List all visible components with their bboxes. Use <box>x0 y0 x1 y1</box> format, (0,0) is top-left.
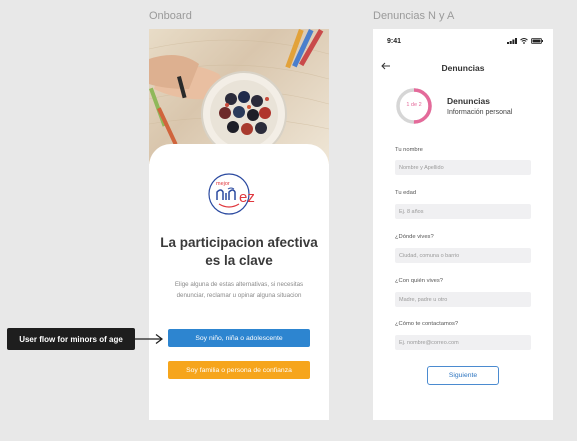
location-field[interactable]: Ciudad, comuna o barrio <box>395 248 531 263</box>
section-title: Denuncias <box>447 96 490 106</box>
contact-field-label: ¿Cómo te contactamos? <box>395 321 459 327</box>
status-bar-icons <box>507 38 543 44</box>
minor-user-button[interactable]: Soy niño, niña o adolescente <box>168 329 310 347</box>
next-button[interactable]: Siguiente <box>427 366 499 385</box>
onboard-headline: La participacion afectiva es la clave <box>160 235 318 268</box>
denuncias-screen: 9:41 Denuncias 1 de 2 Denuncias Informac… <box>373 29 553 420</box>
page-title: Denuncias <box>441 63 485 73</box>
progress-label: 1 de 2 <box>406 102 422 108</box>
family-user-button[interactable]: Soy familia o persona de confianza <box>168 361 310 379</box>
svg-text:mejor: mejor <box>216 181 230 187</box>
status-bar-time: 9:41 <box>387 38 402 45</box>
battery-icon <box>531 38 543 44</box>
onboard-description: Elige alguna de estas alternativas, si n… <box>174 281 304 299</box>
contact-field[interactable]: Ej. nombre@correo.com <box>395 335 531 350</box>
svg-text:ez: ez <box>239 189 255 206</box>
mejor-ninez-logo: mejor ez <box>207 168 271 220</box>
annotation-arrow-icon <box>135 334 163 344</box>
onboard-screen: mejor ez La participacion afectiva es la… <box>149 29 329 420</box>
location-field-label: ¿Dónde vives? <box>395 234 434 240</box>
logo-smile-icon: mejor ez <box>208 173 255 215</box>
user-flow-annotation: User flow for minors of age <box>7 328 135 350</box>
household-field-label: ¿Con quién vives? <box>395 278 444 284</box>
onboard-frame-label: Onboard <box>149 10 192 22</box>
age-field-label: Tu edad <box>395 190 417 196</box>
name-field[interactable]: Nombre y Apellido <box>395 160 531 175</box>
household-field[interactable]: Madre, padre u otro <box>395 292 531 307</box>
signal-icon <box>507 38 517 44</box>
denuncias-frame-label: Denuncias N y A <box>373 10 455 22</box>
age-field[interactable]: Ej. 8 años <box>395 204 531 219</box>
wifi-icon <box>520 38 528 44</box>
section-subtitle: Información personal <box>447 109 513 116</box>
name-field-label: Tu nombre <box>395 147 423 153</box>
